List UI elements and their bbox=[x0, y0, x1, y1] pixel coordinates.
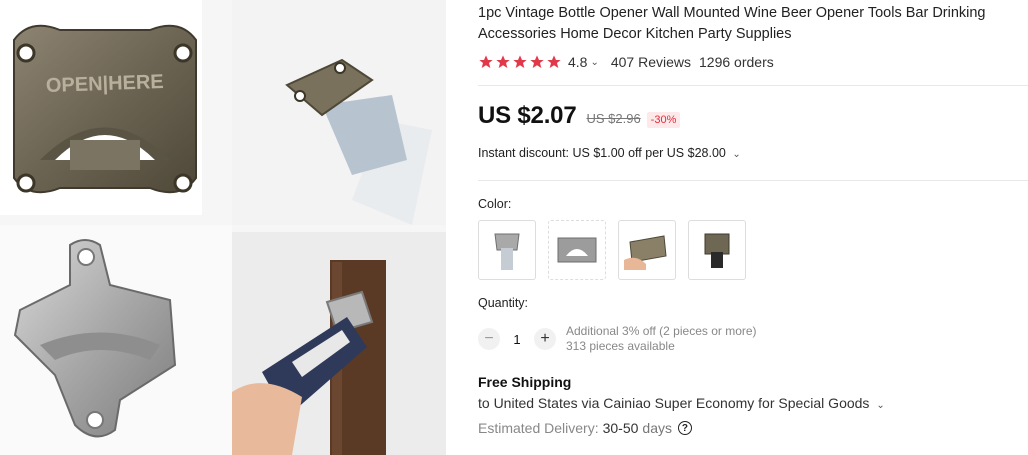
chevron-down-icon[interactable]: ⌄ bbox=[590, 57, 598, 68]
opener-engraving: OPEN|HERE bbox=[46, 71, 165, 97]
color-swatch-bronze[interactable] bbox=[688, 220, 746, 280]
stock-available: 313 pieces available bbox=[566, 339, 675, 353]
delivery-unit: days bbox=[642, 420, 672, 436]
original-price: US $2.96 bbox=[586, 111, 641, 126]
shipping-destination-text: to United States via Cainiao Super Econo… bbox=[478, 395, 870, 411]
bulk-discount-note: Additional 3% off (2 pieces or more) bbox=[566, 324, 757, 338]
discount-badge: -30% bbox=[646, 112, 681, 128]
chevron-down-icon[interactable]: ⌄ bbox=[876, 400, 884, 411]
star-icon bbox=[530, 55, 544, 68]
quantity-note: Additional 3% off (2 pieces or more) 313… bbox=[566, 324, 757, 354]
instant-discount[interactable]: Instant discount: US $1.00 off per US $2… bbox=[478, 146, 753, 160]
delivery-value: 30-50 bbox=[602, 420, 639, 436]
color-swatch-silver[interactable] bbox=[548, 220, 606, 280]
instant-discount-text: Instant discount: US $1.00 off per US $2… bbox=[478, 146, 726, 160]
current-price: US $2.07 bbox=[478, 102, 577, 129]
star-icon bbox=[479, 55, 493, 68]
product-title: 1pc Vintage Bottle Opener Wall Mounted W… bbox=[478, 5, 986, 42]
color-swatches bbox=[478, 220, 746, 280]
quantity-input[interactable]: 1 bbox=[500, 332, 534, 347]
color-swatch-silver-bottle[interactable] bbox=[478, 220, 536, 280]
chevron-down-icon[interactable]: ⌄ bbox=[732, 149, 740, 160]
orders-count: 1296 orders bbox=[699, 54, 774, 70]
estimated-delivery: Estimated Delivery: 30-50 days ? bbox=[478, 420, 692, 436]
star-icon bbox=[496, 55, 510, 68]
color-swatch-bronze-hand[interactable] bbox=[618, 220, 676, 280]
quantity-stepper: − 1 + Additional 3% off (2 pieces or mor… bbox=[478, 324, 757, 354]
shipping-title: Free Shipping bbox=[478, 374, 572, 390]
product-image-bronze-front[interactable]: OPEN|HERE bbox=[0, 0, 202, 215]
product-image-wood-mount[interactable] bbox=[232, 232, 446, 455]
product-image-gallery[interactable]: OPEN|HERE bbox=[0, 0, 446, 455]
decrease-quantity-button[interactable]: − bbox=[478, 328, 500, 350]
color-label: Color: bbox=[478, 197, 512, 211]
product-info: 1pc Vintage Bottle Opener Wall Mounted W… bbox=[478, 0, 1028, 72]
star-icon bbox=[513, 55, 527, 68]
increase-quantity-button[interactable]: + bbox=[534, 328, 556, 350]
shipping-destination[interactable]: to United States via Cainiao Super Econo… bbox=[478, 395, 897, 411]
divider bbox=[478, 180, 1028, 181]
divider bbox=[478, 85, 1028, 86]
delivery-label: Estimated Delivery: bbox=[478, 420, 599, 436]
price-row: US $2.07 US $2.96 -30% bbox=[478, 102, 681, 130]
rating-stars bbox=[478, 54, 562, 70]
rating-value[interactable]: 4.8 bbox=[568, 54, 587, 70]
product-image-in-use[interactable] bbox=[232, 0, 446, 225]
quantity-label: Quantity: bbox=[478, 296, 529, 310]
help-icon[interactable]: ? bbox=[677, 421, 692, 435]
product-image-silver[interactable] bbox=[0, 225, 232, 455]
reviews-link[interactable]: 407 Reviews bbox=[611, 54, 691, 70]
rating-row: 4.8 ⌄ 407 Reviews 1296 orders bbox=[478, 52, 1028, 72]
star-icon bbox=[547, 55, 561, 68]
